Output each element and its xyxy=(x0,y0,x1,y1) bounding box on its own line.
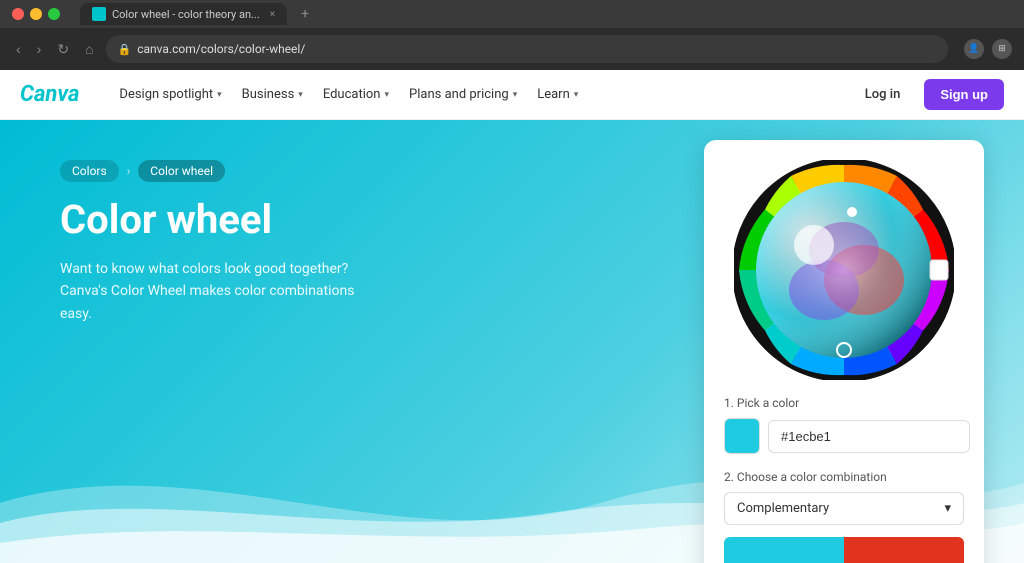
color-wheel-svg[interactable] xyxy=(734,160,954,380)
pick-color-label: 1. Pick a color xyxy=(724,396,964,410)
window-controls xyxy=(12,8,60,20)
combination-dropdown[interactable]: Complementary ▾ xyxy=(724,492,964,525)
breadcrumb-chevron: › xyxy=(127,164,131,178)
browser-toolbar: 👤 ⊞ xyxy=(964,39,1012,59)
page: Canva Design spotlight ▾ Business ▾ Educ… xyxy=(0,70,1024,563)
extensions-icon[interactable]: ⊞ xyxy=(992,39,1012,59)
chevron-icon: ▾ xyxy=(513,90,518,100)
chevron-icon: ▾ xyxy=(574,90,579,100)
tab-close-icon[interactable]: × xyxy=(270,9,275,20)
title-bar: Color wheel - color theory an... × + xyxy=(0,0,1024,28)
breadcrumb: Colors › Color wheel xyxy=(60,160,460,182)
hero-left: Colors › Color wheel Color wheel Want to… xyxy=(0,120,500,563)
color-picker-row xyxy=(724,418,964,454)
page-description: Want to know what colors look good toget… xyxy=(60,258,380,325)
hero-section: Colors › Color wheel Color wheel Want to… xyxy=(0,120,1024,563)
nav-design-spotlight[interactable]: Design spotlight ▾ xyxy=(111,81,229,108)
color-swatch[interactable] xyxy=(724,418,760,454)
signup-button[interactable]: Sign up xyxy=(924,79,1004,110)
home-button[interactable]: ⌂ xyxy=(81,37,97,61)
palette-swatch-primary xyxy=(724,537,844,563)
site-nav: Canva Design spotlight ▾ Business ▾ Educ… xyxy=(0,70,1024,120)
nav-learn[interactable]: Learn ▾ xyxy=(529,81,586,108)
nav-business[interactable]: Business ▾ xyxy=(234,81,311,108)
nav-menu: Design spotlight ▾ Business ▾ Education … xyxy=(111,81,586,108)
nav-education[interactable]: Education ▾ xyxy=(315,81,397,108)
breadcrumb-colors[interactable]: Colors xyxy=(60,160,119,182)
dropdown-chevron: ▾ xyxy=(944,501,951,516)
back-button[interactable]: ‹ xyxy=(12,37,25,61)
url-text: canva.com/colors/color-wheel/ xyxy=(137,42,305,56)
new-tab-icon[interactable]: + xyxy=(301,6,309,22)
address-bar[interactable]: 🔒 canva.com/colors/color-wheel/ xyxy=(106,35,948,63)
palette-preview xyxy=(724,537,964,563)
color-wheel-container[interactable] xyxy=(734,160,954,380)
canva-logo[interactable]: Canva xyxy=(20,82,79,107)
forward-button[interactable]: › xyxy=(33,37,46,61)
lock-icon: 🔒 xyxy=(118,43,132,56)
login-button[interactable]: Log in xyxy=(853,81,913,108)
browser-tab[interactable]: Color wheel - color theory an... × xyxy=(80,3,287,25)
chevron-icon: ▾ xyxy=(384,90,389,100)
browser-chrome: Color wheel - color theory an... × + ‹ ›… xyxy=(0,0,1024,70)
color-wheel-widget: 1. Pick a color 2. Choose a color combin… xyxy=(704,140,984,563)
maximize-dot[interactable] xyxy=(48,8,60,20)
hex-input[interactable] xyxy=(768,420,970,453)
breadcrumb-current: Color wheel xyxy=(138,160,225,182)
page-title: Color wheel xyxy=(60,198,460,242)
nav-plans-pricing[interactable]: Plans and pricing ▾ xyxy=(401,81,525,108)
dropdown-label: Complementary xyxy=(737,501,829,516)
page-scroll[interactable]: Canva Design spotlight ▾ Business ▾ Educ… xyxy=(0,70,1024,563)
browser-nav: ‹ › ↻ ⌂ 🔒 canva.com/colors/color-wheel/ … xyxy=(0,28,1024,70)
reload-button[interactable]: ↻ xyxy=(53,37,73,62)
chevron-icon: ▾ xyxy=(217,90,222,100)
palette-swatch-complement xyxy=(844,537,964,563)
minimize-dot[interactable] xyxy=(30,8,42,20)
chevron-icon: ▾ xyxy=(298,90,303,100)
close-dot[interactable] xyxy=(12,8,24,20)
nav-auth-buttons: Log in Sign up xyxy=(853,79,1004,110)
profile-icon[interactable]: 👤 xyxy=(964,39,984,59)
color-combination-label: 2. Choose a color combination xyxy=(724,470,964,484)
tab-title: Color wheel - color theory an... xyxy=(112,8,260,21)
tab-favicon xyxy=(92,7,106,21)
